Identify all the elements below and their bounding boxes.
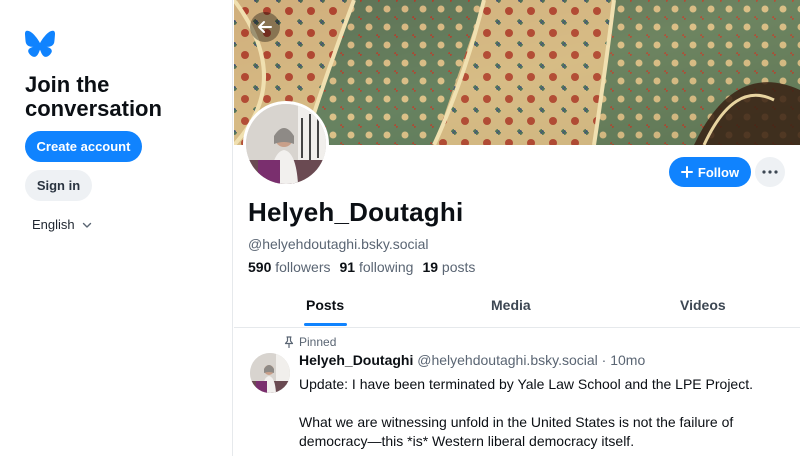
followers-count: 590 bbox=[248, 259, 272, 275]
following-stat[interactable]: 91 following bbox=[340, 259, 414, 275]
profile-display-name: Helyeh_Doutaghi bbox=[248, 197, 464, 227]
following-count: 91 bbox=[339, 259, 356, 275]
following-label: following bbox=[358, 259, 414, 275]
follow-button[interactable]: Follow bbox=[669, 157, 751, 187]
posts-label: posts bbox=[441, 259, 476, 275]
follow-label: Follow bbox=[697, 164, 740, 180]
language-label: English bbox=[32, 217, 75, 232]
post-author-name[interactable]: Helyeh_Doutaghi bbox=[299, 352, 413, 368]
post-separator: · bbox=[601, 352, 607, 368]
ellipsis-icon bbox=[762, 170, 778, 174]
followers-stat[interactable]: 590 followers bbox=[248, 259, 331, 275]
sidebar: Join the conversation Create account Sig… bbox=[0, 0, 233, 456]
posts-stat: 19 posts bbox=[422, 259, 475, 275]
post-body[interactable]: Update: I have been terminated by Yale L… bbox=[299, 375, 791, 456]
tab-videos[interactable]: Videos bbox=[680, 297, 726, 313]
butterfly-icon[interactable] bbox=[25, 30, 55, 58]
tab-posts[interactable]: Posts bbox=[306, 297, 344, 313]
post-author-avatar[interactable] bbox=[250, 353, 290, 393]
tab-media[interactable]: Media bbox=[491, 297, 531, 313]
more-options-button[interactable] bbox=[755, 157, 785, 187]
post-paragraph: What we are witnessing unfold in the Uni… bbox=[299, 414, 734, 449]
back-button[interactable] bbox=[250, 12, 280, 42]
profile-handle: @helyehdoutaghi.bsky.social bbox=[248, 236, 429, 252]
post-header: Helyeh_Doutaghi @helyehdoutaghi.bsky.soc… bbox=[299, 352, 645, 368]
active-tab-indicator bbox=[304, 323, 347, 326]
profile-stats: 590 followers 91 following 19 posts bbox=[248, 259, 475, 275]
arrow-left-icon bbox=[258, 21, 272, 33]
chevron-down-icon bbox=[82, 222, 91, 228]
join-title: Join the conversation bbox=[25, 72, 162, 121]
post-paragraph: Update: I have been terminated by Yale L… bbox=[299, 376, 753, 392]
avatar-image bbox=[246, 104, 326, 184]
followers-label: followers bbox=[275, 259, 331, 275]
profile-avatar[interactable] bbox=[243, 101, 329, 187]
posts-count: 19 bbox=[422, 259, 439, 275]
pin-icon bbox=[284, 336, 294, 348]
pinned-indicator: Pinned bbox=[284, 335, 336, 349]
post-avatar-image bbox=[250, 353, 290, 393]
sign-in-button[interactable]: Sign in bbox=[25, 170, 92, 201]
language-selector[interactable]: English bbox=[32, 217, 92, 232]
post-author-handle[interactable]: @helyehdoutaghi.bsky.social bbox=[417, 352, 598, 368]
pinned-label: Pinned bbox=[299, 335, 337, 349]
create-account-button[interactable]: Create account bbox=[25, 131, 142, 162]
post-age[interactable]: 10mo bbox=[610, 352, 645, 368]
profile-tabs: Posts Media Videos bbox=[234, 288, 800, 328]
plus-icon bbox=[680, 166, 693, 178]
